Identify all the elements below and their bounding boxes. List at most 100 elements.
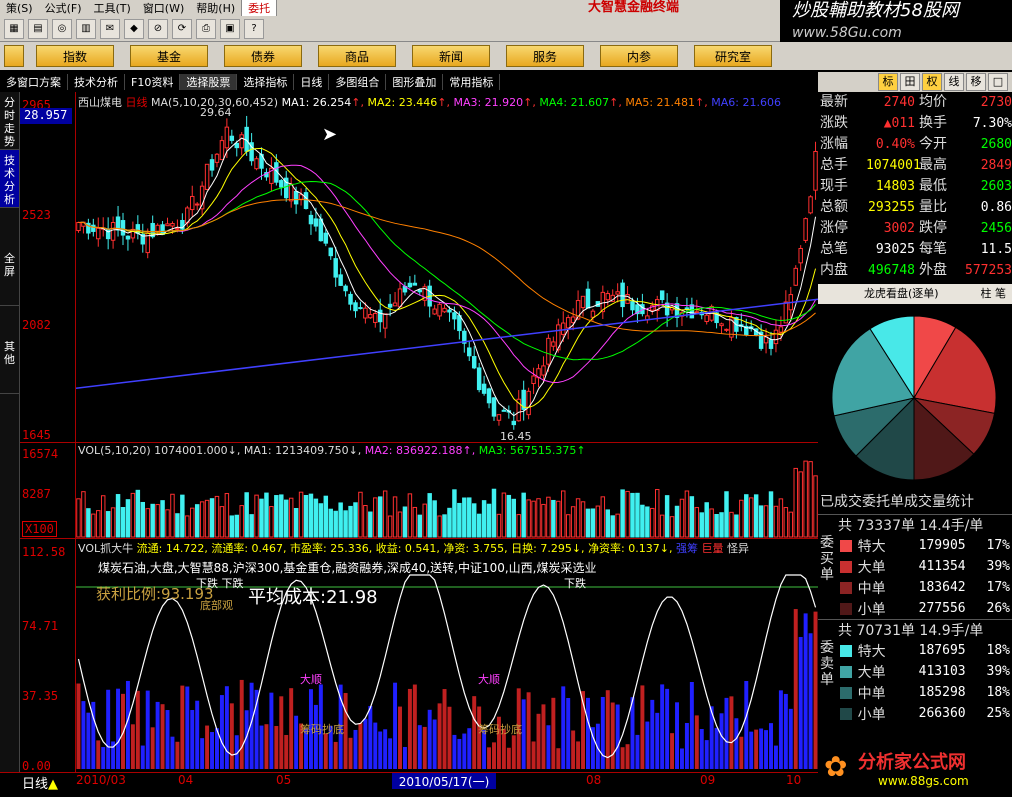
side-tab-intraday[interactable]: 分时走势	[0, 92, 19, 150]
menu-window[interactable]: 窗口(W)	[137, 0, 190, 16]
order-row: 中单 183642 17%	[840, 577, 1010, 598]
volume-bar	[565, 514, 571, 538]
candle-body	[155, 224, 160, 234]
window-icon[interactable]: ▣	[220, 18, 240, 39]
order-percent: 39%	[986, 559, 1010, 574]
quote-value: 2730	[980, 95, 1012, 110]
menu-strategy[interactable]: 策(S)	[0, 0, 39, 16]
menu-tools[interactable]: 工具(T)	[88, 0, 137, 16]
toolbar: ▦ ▤ ◎ ▥ ✉ ◆ ⊘ ⟳ ⎙ ▣ ?	[0, 16, 780, 42]
quote-row: 涨停 3002 跌停 2456	[818, 218, 1012, 239]
indicator-bar	[600, 696, 605, 769]
nav-index[interactable]: 指数	[36, 45, 114, 67]
color-swatch	[840, 665, 852, 678]
func-select-stock[interactable]: 选择股票	[180, 74, 238, 90]
func-multi-chart[interactable]: 多图组合	[329, 74, 387, 90]
price-tick-bottom: 1645	[22, 428, 51, 442]
indicator-bar	[462, 733, 467, 769]
volume-bar	[219, 506, 225, 538]
toggle-column[interactable]: 柱	[981, 287, 992, 300]
diamond-icon[interactable]: ◆	[124, 18, 144, 39]
volume-bar	[249, 514, 254, 538]
candle-body	[808, 196, 813, 214]
func-overlay[interactable]: 图形叠加	[386, 74, 444, 90]
volume-bar	[620, 489, 625, 538]
grid-icon[interactable]: ▤	[28, 18, 48, 39]
news-icon[interactable]: ✉	[100, 18, 120, 39]
volume-bar	[318, 503, 324, 538]
indicator-bar	[472, 696, 477, 769]
volume-bar	[744, 494, 749, 538]
indicator-bar	[536, 713, 541, 769]
candle-body	[803, 218, 808, 241]
binoculars-icon[interactable]: ◎	[52, 18, 72, 39]
menu-formula[interactable]: 公式(F)	[39, 0, 88, 16]
func-daily[interactable]: 日线	[294, 74, 330, 90]
side-tab-fullscreen[interactable]: 全屏	[0, 248, 19, 306]
ind-item-6: 净资率: 0.137↓,	[588, 542, 673, 555]
rtab-grid[interactable]: 田	[900, 73, 920, 91]
indicator-bar	[665, 688, 670, 769]
indicator-bar	[200, 738, 205, 769]
stop-icon[interactable]: ⊘	[148, 18, 168, 39]
period-switch[interactable]: 日线▲	[22, 773, 58, 792]
volume-bar	[556, 500, 561, 538]
indicator-bar	[526, 692, 531, 769]
color-swatch	[840, 581, 852, 594]
quote-label: 总手	[820, 157, 848, 173]
print-icon[interactable]: ⎙	[196, 18, 216, 39]
refresh-icon[interactable]: ⟳	[172, 18, 192, 39]
indicator-bar	[640, 685, 645, 769]
indicator-bar	[437, 703, 442, 769]
volume-bar	[739, 499, 744, 538]
indicator-bar	[373, 722, 378, 769]
rtab-mark[interactable]: 标	[878, 73, 898, 91]
rtab-box[interactable]: □	[988, 73, 1008, 91]
price-chart[interactable]: 2965 28.957 2523 2082 1645 西山煤电 日线 MA(5,…	[20, 92, 818, 443]
nav-bond[interactable]: 债券	[224, 45, 302, 67]
volume-bar	[412, 506, 418, 538]
nav-service[interactable]: 服务	[506, 45, 584, 67]
func-select-indicator[interactable]: 选择指标	[237, 74, 295, 90]
menu-trade[interactable]: 委托	[241, 0, 278, 17]
help-cursor-icon[interactable]: ?	[244, 18, 264, 39]
volume-chart[interactable]: 16574 8287 X100 VOL(5,10,20) 1074001.000…	[20, 442, 818, 538]
indicator-bar	[773, 745, 778, 769]
volume-bar	[763, 505, 769, 538]
nav-left-button[interactable]	[4, 45, 24, 67]
nav-fund[interactable]: 基金	[130, 45, 208, 67]
candle-body	[447, 309, 452, 313]
toggle-trades[interactable]: 笔	[995, 287, 1006, 300]
func-common-indicators[interactable]: 常用指标	[443, 74, 501, 90]
volume-bar	[798, 471, 803, 538]
func-multiwindow[interactable]: 多窗口方案	[0, 74, 68, 90]
rtab-rights[interactable]: 权	[922, 73, 942, 91]
candle-body	[209, 159, 215, 171]
nav-commodity[interactable]: 商品	[318, 45, 396, 67]
rtab-move[interactable]: 移	[966, 73, 986, 91]
indicator-chart[interactable]: 112.58 74.71 37.35 0.00 VOL抓大牛 流通: 14.72…	[20, 538, 818, 773]
dragon-tiger-toggles: 柱 笔	[981, 284, 1007, 304]
side-tab-other[interactable]: 其他	[0, 336, 19, 394]
func-f10[interactable]: F10资料	[125, 74, 181, 90]
candle-body	[318, 218, 324, 242]
menu-help[interactable]: 帮助(H)	[190, 0, 241, 16]
ind-item-5: 日换: 7.295↓,	[511, 542, 585, 555]
nav-news[interactable]: 新闻	[412, 45, 490, 67]
quote-value: 3002	[883, 221, 915, 236]
nav-insider[interactable]: 内参	[600, 45, 678, 67]
chart-icon[interactable]: ▥	[76, 18, 96, 39]
candle-body	[630, 301, 635, 311]
volume-bar	[288, 497, 294, 538]
nav-research[interactable]: 研究室	[694, 45, 772, 67]
candle-body	[194, 203, 200, 206]
brand-title: 大智慧金融终端	[588, 0, 680, 15]
rtab-line[interactable]: 线	[944, 73, 964, 91]
ma6-label: MA6: 21.606	[711, 96, 781, 109]
flag-icon[interactable]: ▦	[4, 18, 24, 39]
func-tech-analysis[interactable]: 技术分析	[68, 74, 125, 90]
candle-body	[659, 290, 665, 301]
candle-body	[590, 310, 596, 318]
indicator-bar	[135, 690, 140, 769]
side-tab-technical[interactable]: 技术分析	[0, 150, 19, 208]
